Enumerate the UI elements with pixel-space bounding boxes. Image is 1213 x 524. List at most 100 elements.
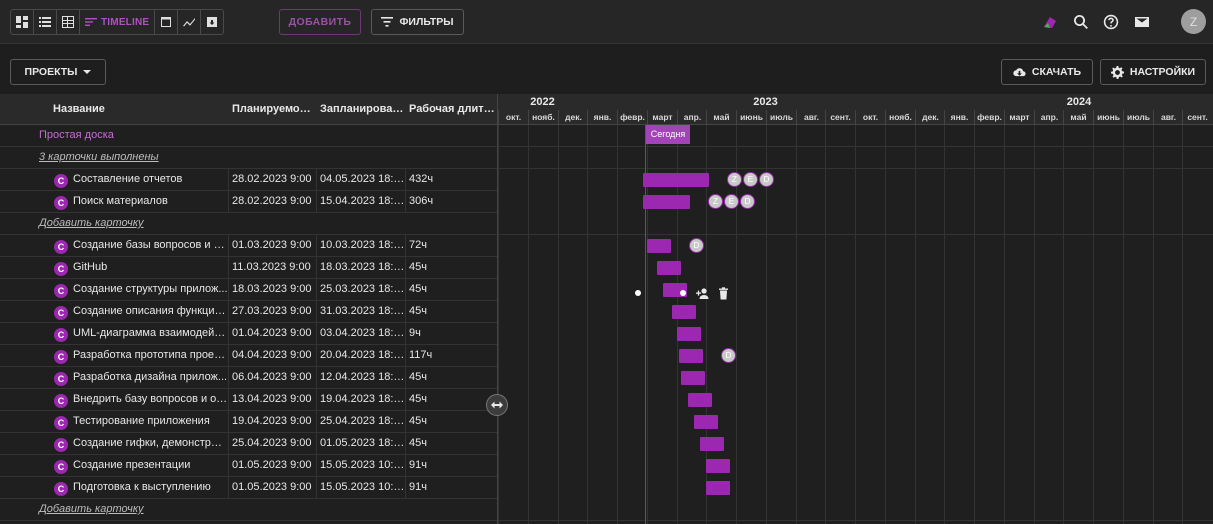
table-row[interactable]: C Составление отчетов 28.02.2023 9:00 04.05… (0, 169, 497, 191)
task-bar[interactable] (643, 195, 690, 209)
task-bar[interactable] (677, 327, 701, 341)
table-row[interactable]: C Тестирование приложения 19.04.2023 9:00 2… (0, 411, 497, 433)
month-label: апр. (677, 110, 707, 124)
table-row[interactable]: C Создание описания функцио... 27.03.2023 … (0, 301, 497, 323)
task-name[interactable]: C Подготовка к выступлению (50, 477, 229, 498)
scheduled-end-cell: 04.05.2023 18:00 (317, 169, 406, 190)
member-avatar[interactable]: D (740, 194, 755, 209)
board-section-title[interactable]: Простая доска (36, 125, 476, 146)
grid-header: Название Планируемое н... Запланирован..… (0, 94, 497, 125)
task-bar[interactable] (706, 459, 730, 473)
link-row[interactable]: Добавить карточку (0, 213, 497, 235)
table-row[interactable]: C Поиск материалов 28.02.2023 9:00 15.04.20… (0, 191, 497, 213)
member-avatar[interactable]: D (689, 238, 704, 253)
task-bar[interactable] (679, 349, 703, 363)
planned-start-cell: 18.03.2023 9:00 (229, 279, 317, 300)
work-duration-cell: 45ч (409, 415, 427, 427)
resize-horizontal-icon (491, 401, 503, 409)
view-timeline-button[interactable]: TIMELINE (80, 10, 156, 34)
add-button[interactable]: ДОБАВИТЬ (279, 9, 361, 35)
month-gridline (855, 125, 856, 524)
add-member-icon[interactable] (696, 287, 709, 300)
filters-button[interactable]: ФИЛЬТРЫ (371, 9, 464, 35)
task-name[interactable]: C Создание описания функцио... (50, 301, 229, 322)
task-name-text: UML-диаграмма взаимодейс... (73, 327, 229, 339)
search-icon[interactable] (1071, 12, 1091, 32)
panel-resize-handle[interactable] (486, 394, 508, 416)
task-bar[interactable] (706, 481, 730, 495)
month-label: авг. (1153, 110, 1183, 124)
member-avatar[interactable]: D (759, 172, 774, 187)
view-chart-button[interactable] (178, 10, 202, 34)
cloud-download-icon (1013, 67, 1026, 76)
view-table-button[interactable] (57, 10, 80, 34)
task-bar[interactable] (694, 415, 718, 429)
board-section-row[interactable]: Простая доска (0, 125, 497, 147)
task-bar[interactable] (681, 371, 705, 385)
member-avatar[interactable]: D (721, 348, 736, 363)
member-avatar[interactable]: E (743, 172, 758, 187)
task-name[interactable]: C Разработка дизайна прилож... (50, 367, 229, 388)
member-avatar[interactable]: E (724, 194, 739, 209)
view-dashboard-button[interactable] (11, 10, 34, 34)
task-bar[interactable] (643, 173, 709, 187)
scheduled-end-cell: 31.03.2023 18:00 (317, 301, 406, 322)
help-icon[interactable] (1101, 12, 1121, 32)
view-archive-button[interactable] (201, 10, 223, 34)
task-name[interactable]: C Создание гифки, демонстрир... (50, 433, 229, 454)
task-bar[interactable] (700, 437, 724, 451)
task-name[interactable]: C Составление отчетов (50, 169, 229, 190)
brand-shape-icon[interactable] (1040, 12, 1060, 32)
task-bar[interactable] (672, 305, 696, 319)
task-name[interactable]: C Поиск материалов (50, 191, 229, 212)
column-header-work-duration[interactable]: Рабочая длите... (409, 94, 495, 125)
column-header-planned-start[interactable]: Планируемое н... (232, 94, 316, 125)
delete-icon[interactable] (717, 287, 730, 300)
table-row[interactable]: C UML-диаграмма взаимодейс... 01.04.2023 9… (0, 323, 497, 345)
month-label: нояб. (885, 110, 915, 124)
add-card-link[interactable]: Добавить карточку (36, 213, 476, 234)
table-row[interactable]: C Создание структуры прилож... 18.03.2023 … (0, 279, 497, 301)
task-name[interactable]: C Разработка прототипа проек... (50, 345, 229, 366)
task-name[interactable]: C Внедрить базу вопросов и от... (50, 389, 229, 410)
table-row[interactable]: C GitHub 11.03.2023 9:00 18.03.2023 18:00 45… (0, 257, 497, 279)
projects-dropdown[interactable]: ПРОЕКТЫ (10, 59, 106, 85)
column-header-scheduled-end[interactable]: Запланирован... (320, 94, 404, 125)
task-bar[interactable] (657, 261, 681, 275)
table-row[interactable]: C Подготовка к выступлению 01.05.2023 9:00… (0, 477, 497, 499)
link-start-handle[interactable] (635, 290, 641, 296)
task-name[interactable]: C Создание базы вопросов и о... (50, 235, 229, 256)
view-list-button[interactable] (34, 10, 57, 34)
task-name[interactable]: C UML-диаграмма взаимодейс... (50, 323, 229, 344)
task-bar[interactable] (688, 393, 712, 407)
table-row[interactable]: C Разработка дизайна прилож... 06.04.2023 … (0, 367, 497, 389)
download-button[interactable]: СКАЧАТЬ (1001, 59, 1093, 85)
link-row[interactable]: Добавить карточку (0, 499, 497, 521)
completed-cards-link[interactable]: 3 карточки выполнены (36, 147, 476, 168)
work-duration-cell: 306ч (409, 195, 434, 207)
table-row[interactable]: C Создание базы вопросов и о... 01.03.2023… (0, 235, 497, 257)
column-header-name[interactable]: Название (53, 94, 223, 125)
table-row[interactable]: C Создание презентации 01.05.2023 9:00 15.0… (0, 455, 497, 477)
timeline-icon (85, 18, 97, 26)
table-row[interactable]: C Внедрить базу вопросов и от... 13.04.202… (0, 389, 497, 411)
task-bar[interactable] (647, 239, 671, 253)
task-name[interactable]: C Тестирование приложения (50, 411, 229, 432)
task-name[interactable]: C GitHub (50, 257, 229, 278)
view-calendar-button[interactable] (155, 10, 179, 34)
table-row[interactable]: C Разработка прототипа проек... 04.04.2023… (0, 345, 497, 367)
member-avatar[interactable]: Z (708, 194, 723, 209)
planned-start-cell: 01.03.2023 9:00 (229, 235, 317, 256)
link-end-handle[interactable] (680, 290, 686, 296)
task-name-text: Создание описания функцио... (73, 305, 229, 317)
add-card-link[interactable]: Добавить карточку (36, 499, 476, 520)
member-avatar[interactable]: Z (727, 172, 742, 187)
mail-icon[interactable] (1132, 12, 1152, 32)
link-row[interactable]: 3 карточки выполнены (0, 147, 497, 169)
user-avatar[interactable]: Z (1181, 9, 1206, 34)
settings-button[interactable]: НАСТРОЙКИ (1100, 59, 1206, 85)
task-name[interactable]: C Создание презентации (50, 455, 229, 476)
task-name-text: Разработка прототипа проек... (73, 349, 229, 361)
task-name[interactable]: C Создание структуры прилож... (50, 279, 229, 300)
table-row[interactable]: C Создание гифки, демонстрир... 25.04.2023… (0, 433, 497, 455)
